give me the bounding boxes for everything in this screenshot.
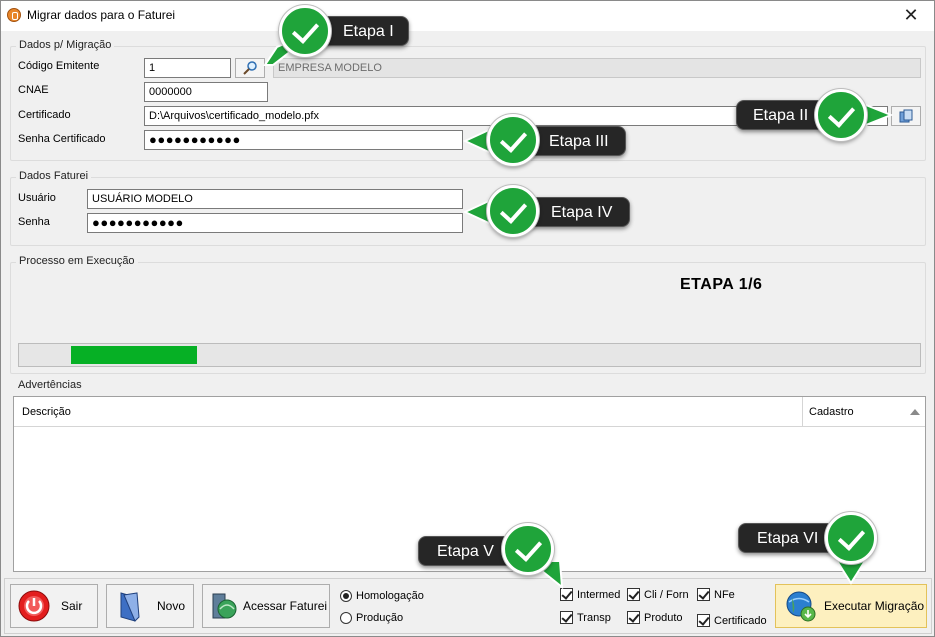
column-divider xyxy=(802,397,803,427)
usuario-input[interactable]: USUÁRIO MODELO xyxy=(87,189,463,209)
search-emitente-button[interactable] xyxy=(235,58,265,78)
check-nfe-label: NFe xyxy=(714,588,735,601)
etapa-status-text: ETAPA 1/6 xyxy=(680,276,763,293)
check-intermed-label: Intermed xyxy=(577,588,621,601)
sort-up-icon xyxy=(910,409,920,415)
check-badge-icon xyxy=(825,512,877,564)
novo-button[interactable]: Novo xyxy=(106,584,194,628)
certificado-label: Certificado xyxy=(18,109,71,121)
check-intermed[interactable]: Intermed xyxy=(560,588,620,601)
check-badge-icon xyxy=(502,523,554,575)
sair-label: Sair xyxy=(61,599,83,613)
cnae-input[interactable]: 0000000 xyxy=(144,82,268,102)
radio-homologacao-label: Homologação xyxy=(356,590,424,602)
check-cli-forn[interactable]: Cli / Forn xyxy=(627,588,689,601)
check-badge-icon xyxy=(487,185,539,237)
power-icon xyxy=(17,589,51,623)
check-produto-label: Produto xyxy=(644,611,683,624)
checkbox-checked-icon xyxy=(697,614,710,627)
executar-migracao-label: Executar Migração xyxy=(824,599,925,613)
check-badge-icon xyxy=(815,89,867,141)
codigo-emitente-label: Código Emitente xyxy=(18,60,100,72)
callout-etapa-1-label: Etapa I xyxy=(343,23,394,40)
senha-input[interactable]: ●●●●●●●●●●● xyxy=(87,213,463,233)
check-transp[interactable]: Transp xyxy=(560,611,611,624)
checkbox-checked-icon xyxy=(560,588,573,601)
novo-label: Novo xyxy=(157,599,186,613)
radio-homologacao-indicator xyxy=(340,590,352,602)
checkbox-checked-icon xyxy=(627,588,640,601)
app-icon xyxy=(7,8,21,22)
check-certificado[interactable]: Certificado xyxy=(697,614,767,627)
check-produto[interactable]: Produto xyxy=(627,611,683,624)
check-badge-icon xyxy=(279,5,331,57)
computer-globe-icon xyxy=(207,589,241,623)
progress-fill xyxy=(71,346,197,364)
table-header: Descrição Cadastro xyxy=(14,397,925,427)
window-title: Migrar dados para o Faturei xyxy=(27,8,176,22)
senha-certificado-input[interactable]: ●●●●●●●●●●● xyxy=(144,130,463,150)
column-header-descricao[interactable]: Descrição xyxy=(22,406,71,418)
radio-producao-indicator xyxy=(340,612,352,624)
browse-certificado-button[interactable] xyxy=(891,106,921,126)
executar-migracao-button[interactable]: Executar Migração xyxy=(775,584,927,628)
callout-etapa-3-label: Etapa III xyxy=(549,133,609,150)
group-title-dados-faturei: Dados Faturei xyxy=(16,170,92,182)
callout-etapa-2-label: Etapa II xyxy=(753,107,809,124)
sair-button[interactable]: Sair xyxy=(10,584,98,628)
globe-download-icon xyxy=(784,589,818,623)
check-certificado-label: Certificado xyxy=(714,614,767,627)
callout-etapa-6-label: Etapa VI xyxy=(757,530,819,547)
checkbox-checked-icon xyxy=(627,611,640,624)
senha-label: Senha xyxy=(18,216,50,228)
check-nfe[interactable]: NFe xyxy=(697,588,735,601)
check-cli-forn-label: Cli / Forn xyxy=(644,588,689,601)
group-title-dados-migracao: Dados p/ Migração xyxy=(16,39,115,51)
codigo-emitente-input[interactable]: 1 xyxy=(144,58,231,78)
callout-etapa-5-label: Etapa V xyxy=(437,543,494,560)
folder-icon xyxy=(899,109,913,123)
progress-bar xyxy=(18,343,921,367)
senha-certificado-label: Senha Certificado xyxy=(18,133,106,145)
check-badge-icon xyxy=(487,114,539,166)
checkbox-checked-icon xyxy=(697,588,710,601)
group-title-advertencias: Advertências xyxy=(15,379,85,391)
usuario-label: Usuário xyxy=(18,192,56,204)
column-header-cadastro[interactable]: Cadastro xyxy=(809,406,854,418)
acessar-faturei-label: Acessar Faturei xyxy=(243,599,328,613)
radio-homologacao[interactable]: Homologação xyxy=(340,590,424,602)
new-document-icon xyxy=(113,589,147,623)
empresa-nome-field: EMPRESA MODELO xyxy=(273,58,921,78)
cnae-label: CNAE xyxy=(18,84,49,96)
search-icon xyxy=(243,61,257,75)
acessar-faturei-button[interactable]: Acessar Faturei xyxy=(202,584,330,628)
radio-producao-label: Produção xyxy=(356,612,404,624)
title-bar: Migrar dados para o Faturei ✕ xyxy=(1,1,934,31)
callout-etapa-4-label: Etapa IV xyxy=(551,204,613,221)
check-transp-label: Transp xyxy=(577,611,611,624)
close-button[interactable]: ✕ xyxy=(888,1,934,31)
radio-producao[interactable]: Produção xyxy=(340,612,403,624)
checkbox-checked-icon xyxy=(560,611,573,624)
group-title-processo: Processo em Execução xyxy=(16,255,138,267)
main-window: Migrar dados para o Faturei ✕ Dados p/ M… xyxy=(0,0,935,637)
callout-pointer xyxy=(835,561,867,585)
